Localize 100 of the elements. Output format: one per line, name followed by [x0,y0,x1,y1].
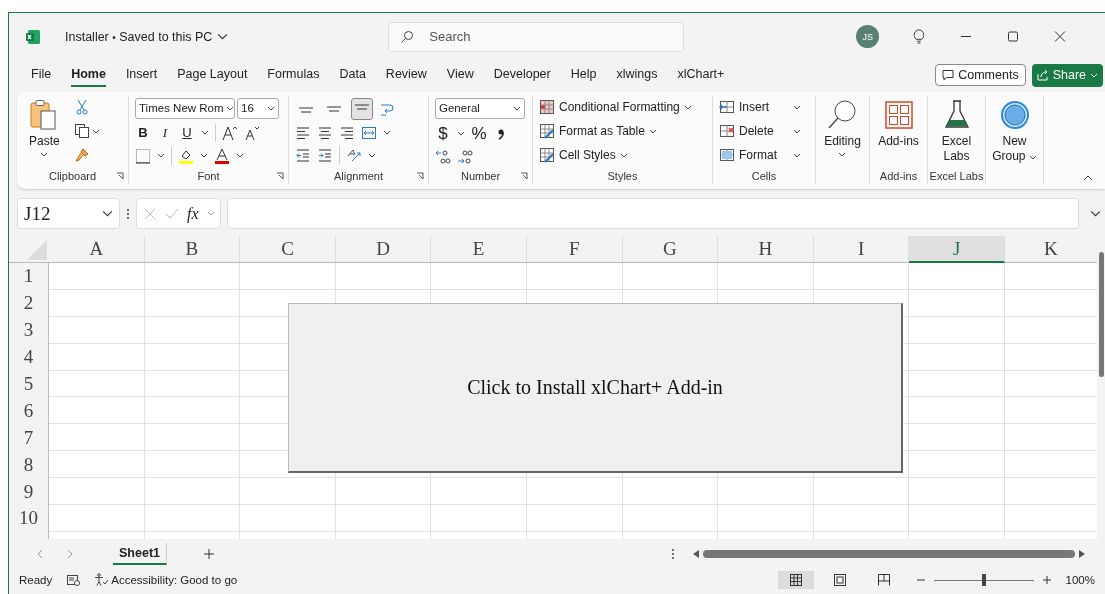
add-ins-button[interactable]: Add-ins [878,95,919,167]
chevron-down-icon[interactable] [91,128,100,134]
more-options-icon[interactable] [126,207,130,220]
chevron-down-icon[interactable] [200,153,208,158]
zoom-level[interactable]: 100% [1065,574,1095,586]
column-header[interactable]: C [240,236,336,263]
styles-menu-button[interactable]: Cell Styles [539,147,706,163]
dialog-launcher-icon[interactable] [416,172,424,180]
maximize-icon[interactable] [1006,29,1021,44]
dialog-launcher-icon[interactable] [276,172,284,180]
ribbon-tab[interactable]: Data [339,63,366,87]
chevron-down-icon[interactable] [217,33,229,40]
decrease-indent-icon[interactable] [295,147,311,164]
add-sheet-icon[interactable] [203,548,215,560]
text-orientation-icon[interactable] [346,147,362,164]
column-header[interactable]: F [526,236,623,263]
font-size-dropdown[interactable]: 16 [237,97,279,119]
borders-icon[interactable] [135,147,151,164]
close-icon[interactable] [1053,29,1068,44]
column-header[interactable]: J [909,236,1005,263]
ribbon-tab[interactable]: Review [385,63,427,87]
row-header[interactable]: 2 [9,289,49,317]
scroll-right-icon[interactable] [1079,550,1085,558]
align-left-icon[interactable] [295,125,311,141]
column-header[interactable]: E [431,236,527,263]
chevron-down-icon[interactable] [383,130,391,136]
ribbon-tab[interactable]: Insert [125,63,158,87]
align-right-icon[interactable] [339,125,355,141]
ribbon-tab[interactable]: Page Layout [177,63,248,87]
copy-icon[interactable] [73,123,90,139]
next-sheet-icon[interactable] [67,549,73,559]
ribbon-tab[interactable]: File [31,63,52,87]
row-header[interactable]: 10 [9,505,49,532]
ribbon-tab[interactable]: Home [71,63,106,87]
chevron-down-icon[interactable] [457,131,465,136]
dialog-launcher-icon[interactable] [520,172,528,180]
search-field[interactable]: Search [388,21,685,52]
font-name-dropdown[interactable]: Times New Rom [135,97,235,119]
cells-menu-button[interactable]: Insert [719,99,809,115]
row-header[interactable]: 7 [9,424,49,452]
chevron-down-icon[interactable] [1090,210,1101,217]
increase-decimal-icon[interactable] [435,148,451,165]
row-header[interactable]: 5 [9,370,49,398]
scroll-left-icon[interactable] [693,550,699,558]
row-header[interactable]: 8 [9,451,49,479]
horizontal-scrollbar[interactable] [693,550,1085,558]
chevron-down-icon[interactable] [368,152,376,158]
account-avatar[interactable]: JS [856,25,880,48]
chevron-down-icon[interactable] [236,153,244,158]
chevron-down-icon[interactable] [157,153,165,158]
lightbulb-icon[interactable] [912,29,927,44]
install-add-in-button[interactable]: Click to Install xlChart+ Add-in [288,303,903,473]
percent-button[interactable]: % [471,123,487,144]
sheet-tab[interactable]: Sheet1 [113,543,167,565]
column-header[interactable]: I [813,236,910,263]
ribbon-tab[interactable]: Help [570,63,597,87]
styles-menu-button[interactable]: Format as Table [539,123,706,139]
insert-function-button[interactable]: fx [187,204,199,223]
column-header[interactable]: H [718,236,814,263]
format-painter-icon[interactable] [73,147,90,163]
collapse-ribbon-icon[interactable] [1083,175,1093,181]
row-header[interactable]: 4 [9,343,49,371]
bold-button[interactable]: B [135,125,151,140]
macro-record-icon[interactable] [66,573,81,587]
italic-button[interactable]: I [157,124,173,141]
currency-button[interactable]: $ [435,123,451,144]
cells-menu-button[interactable]: Delete [719,123,809,139]
row-header[interactable]: 6 [9,397,49,425]
document-title[interactable]: Installer • Saved to this PC [65,29,213,44]
increase-indent-icon[interactable] [317,147,333,164]
row-header[interactable]: 9 [9,478,49,505]
labs-button[interactable]: Excel Labs [931,95,982,167]
column-header[interactable]: D [335,236,432,263]
row-header[interactable]: 3 [9,316,49,344]
ribbon-tab[interactable]: Developer [493,63,551,87]
align-center-icon[interactable] [317,125,333,141]
editing-button[interactable]: Editing [824,95,861,167]
styles-menu-button[interactable]: Conditional Formatting [539,99,706,115]
column-header[interactable]: G [622,236,719,263]
ribbon-tab[interactable]: xlwings [616,63,658,87]
column-header[interactable]: K [1004,236,1098,263]
decrease-decimal-icon[interactable] [457,148,473,165]
name-box[interactable]: J12 [17,198,120,229]
row-header[interactable]: 1 [9,263,49,290]
checkmark-icon[interactable] [165,206,179,221]
new-group-button[interactable]: New Group [989,95,1040,167]
cells-menu-button[interactable]: Format [719,147,809,163]
paste-button[interactable]: Paste [29,95,60,157]
column-header[interactable]: B [144,236,241,263]
scissors-icon[interactable] [73,99,90,115]
previous-sheet-icon[interactable] [37,549,43,559]
vertical-align-button[interactable] [351,97,373,120]
font-color-icon[interactable] [214,147,230,164]
column-header[interactable]: A [49,236,145,263]
grow-font-icon[interactable] [222,124,238,141]
shrink-font-icon[interactable] [244,124,260,141]
dialog-launcher-icon[interactable] [116,172,124,180]
comments-button[interactable]: Comments [935,64,1026,86]
more-options-icon[interactable] [671,548,675,560]
formula-input[interactable] [227,198,1079,229]
